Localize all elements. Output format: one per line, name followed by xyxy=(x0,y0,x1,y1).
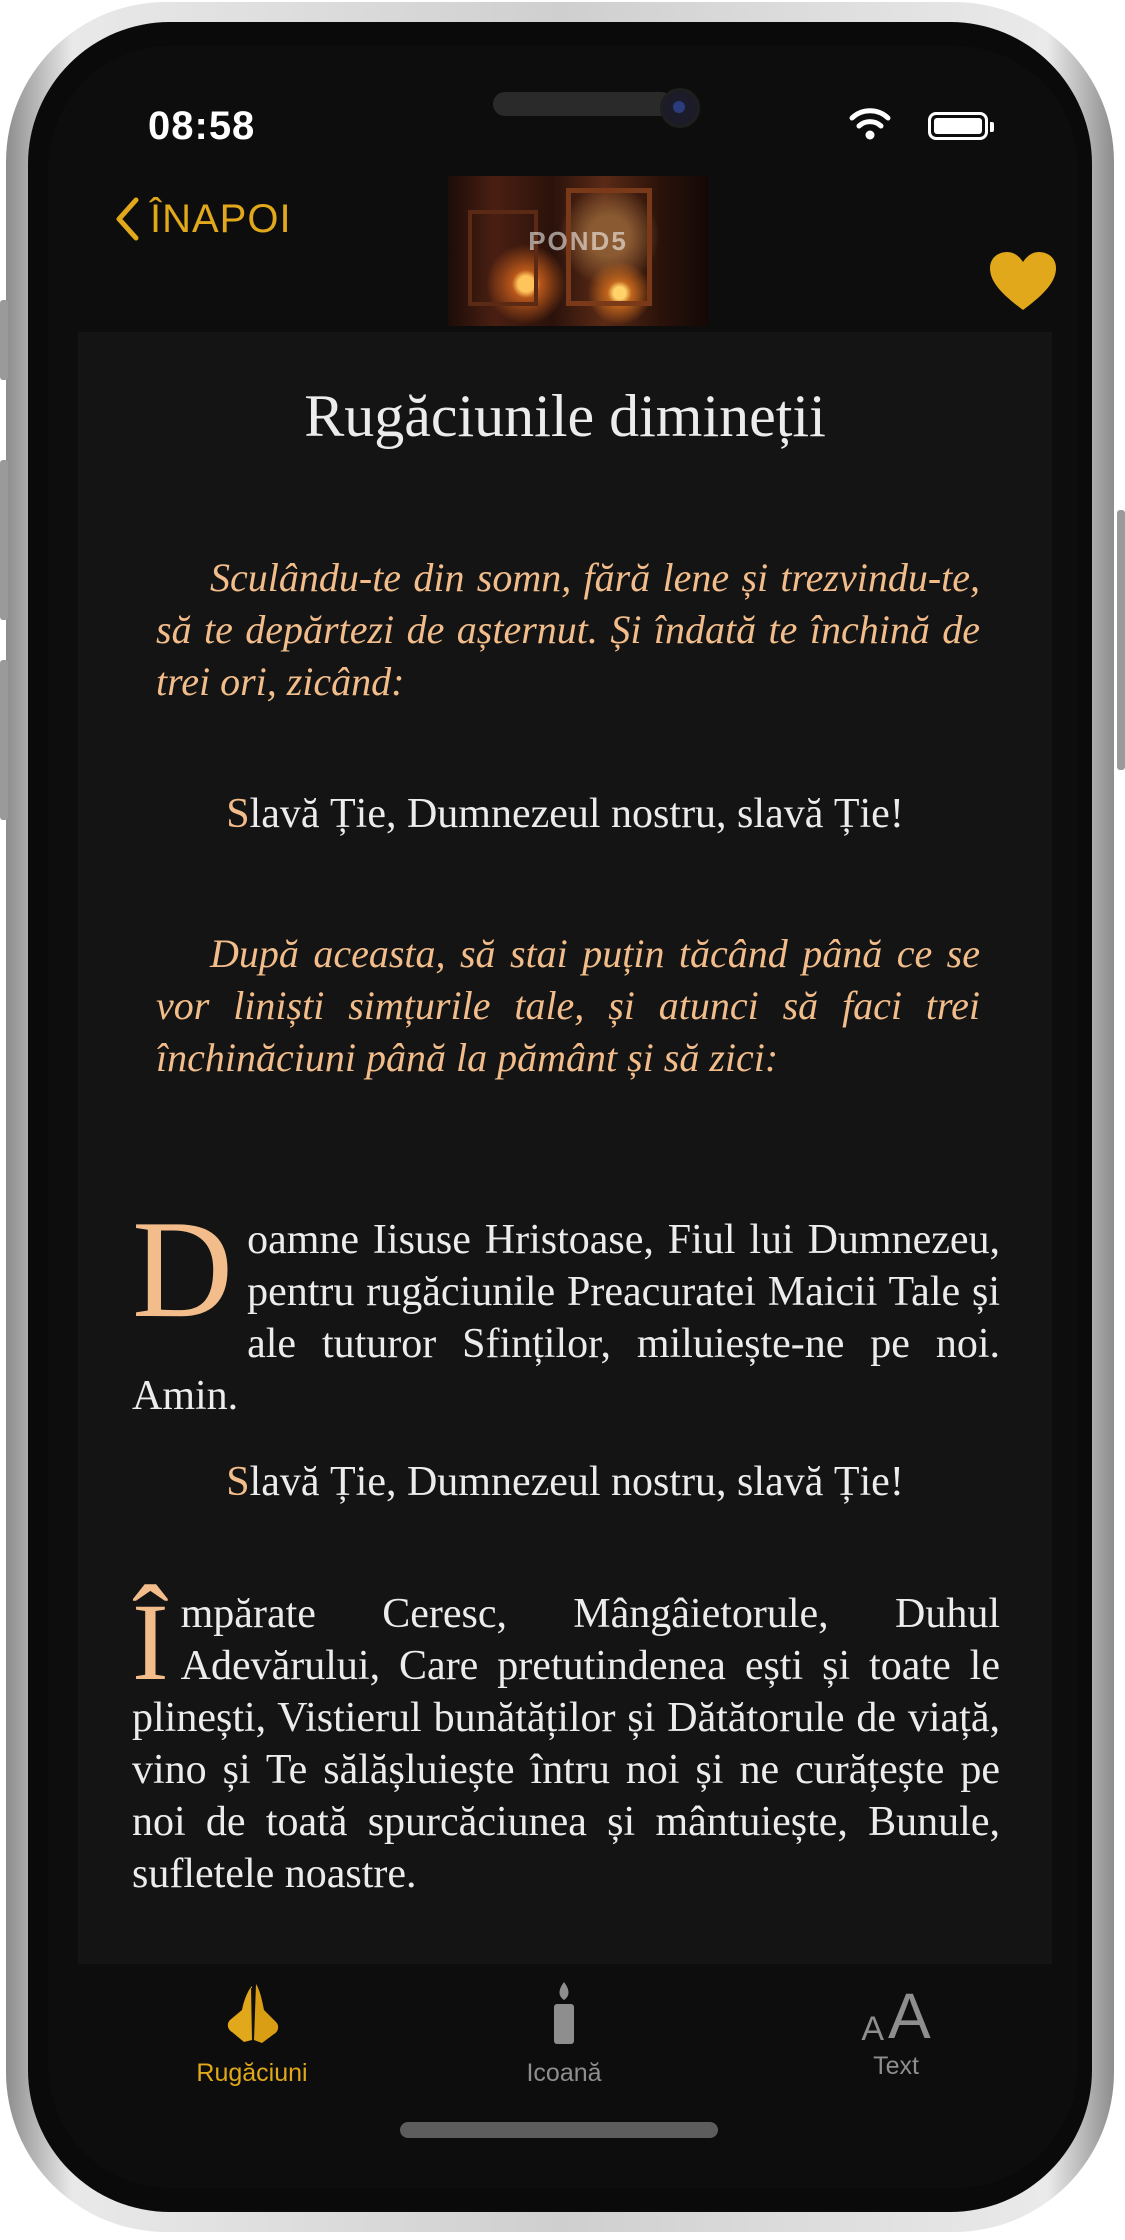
page-title: Rugăciunile dimineții xyxy=(304,383,826,449)
prayer-content: Rugăciunile dimineții Sculându-te din so… xyxy=(78,332,1052,1964)
home-indicator[interactable] xyxy=(400,2122,718,2138)
small-a-glyph: A xyxy=(861,2010,884,2048)
prayer-text: oamne Iisuse Hristoase, Fiul lui Dumneze… xyxy=(132,1217,1000,1419)
glory-initial: S xyxy=(226,1459,250,1505)
earpiece-speaker xyxy=(493,92,673,116)
volume-down-button xyxy=(0,660,8,820)
tab-icon[interactable]: Icoană xyxy=(464,1980,664,2088)
candle-icon xyxy=(554,1982,574,2044)
heart-icon[interactable] xyxy=(988,250,1058,312)
prayer-text: mpărate Ceresc, Mângâietorule, Duhul Ade… xyxy=(132,1591,1000,1897)
tab-label: Rugăciuni xyxy=(196,2059,308,2087)
glory-initial: S xyxy=(226,791,250,837)
battery-icon xyxy=(928,112,994,140)
wifi-icon xyxy=(849,108,891,140)
praying-hands-icon xyxy=(227,1984,279,2043)
tab-prayers[interactable]: Rugăciuni xyxy=(152,1980,352,2088)
glory-verse: Slavă Ție, Dumnezeul nostru, slavă Ție! xyxy=(78,790,1052,838)
back-button[interactable]: ÎNAPOI xyxy=(114,196,292,242)
icon-frame-small xyxy=(468,210,538,306)
glory-text: lavă Ție, Dumnezeul nostru, slavă Ție! xyxy=(249,1459,904,1505)
text-size-icon: A A xyxy=(796,1980,996,2052)
rubric-paragraph: Sculându-te din somn, fără lene și trezv… xyxy=(156,555,980,704)
status-time: 08:58 xyxy=(148,104,256,148)
tab-text-size[interactable]: A A Text xyxy=(796,1980,996,2081)
rubric-paragraph: După aceasta, să stai puțin tăcând până … xyxy=(156,931,980,1080)
drop-cap: Î xyxy=(132,1581,169,1703)
drop-cap: D xyxy=(132,1192,234,1347)
tab-bar: Rugăciuni Icoană A A Text xyxy=(48,1960,1078,2120)
app-screen: 08:58 ÎNAPOI POND5 Rugăciunile dimineții… xyxy=(48,46,1078,2188)
image-watermark: POND5 xyxy=(528,226,628,256)
glory-text: lavă Ție, Dumnezeul nostru, slavă Ție! xyxy=(249,791,904,837)
large-a-glyph: A xyxy=(888,1980,931,2052)
tab-label: Icoană xyxy=(526,2059,602,2087)
prayer-paragraph: Împărate Ceresc, Mângâietorule, Duhul Ad… xyxy=(132,1581,1000,1900)
prayer-paragraph: Doamne Iisuse Hristoase, Fiul lui Dumnez… xyxy=(132,1192,1000,1422)
back-label: ÎNAPOI xyxy=(150,196,292,241)
front-camera xyxy=(660,88,700,128)
chevron-left-icon xyxy=(116,197,139,241)
mute-switch xyxy=(0,300,8,380)
power-button xyxy=(1117,510,1125,770)
header-icon-image: POND5 xyxy=(448,176,708,326)
volume-up-button xyxy=(0,460,8,620)
tab-label: Text xyxy=(873,2052,919,2080)
glory-verse: Slavă Ție, Dumnezeul nostru, slavă Ție! xyxy=(78,1458,1052,1506)
